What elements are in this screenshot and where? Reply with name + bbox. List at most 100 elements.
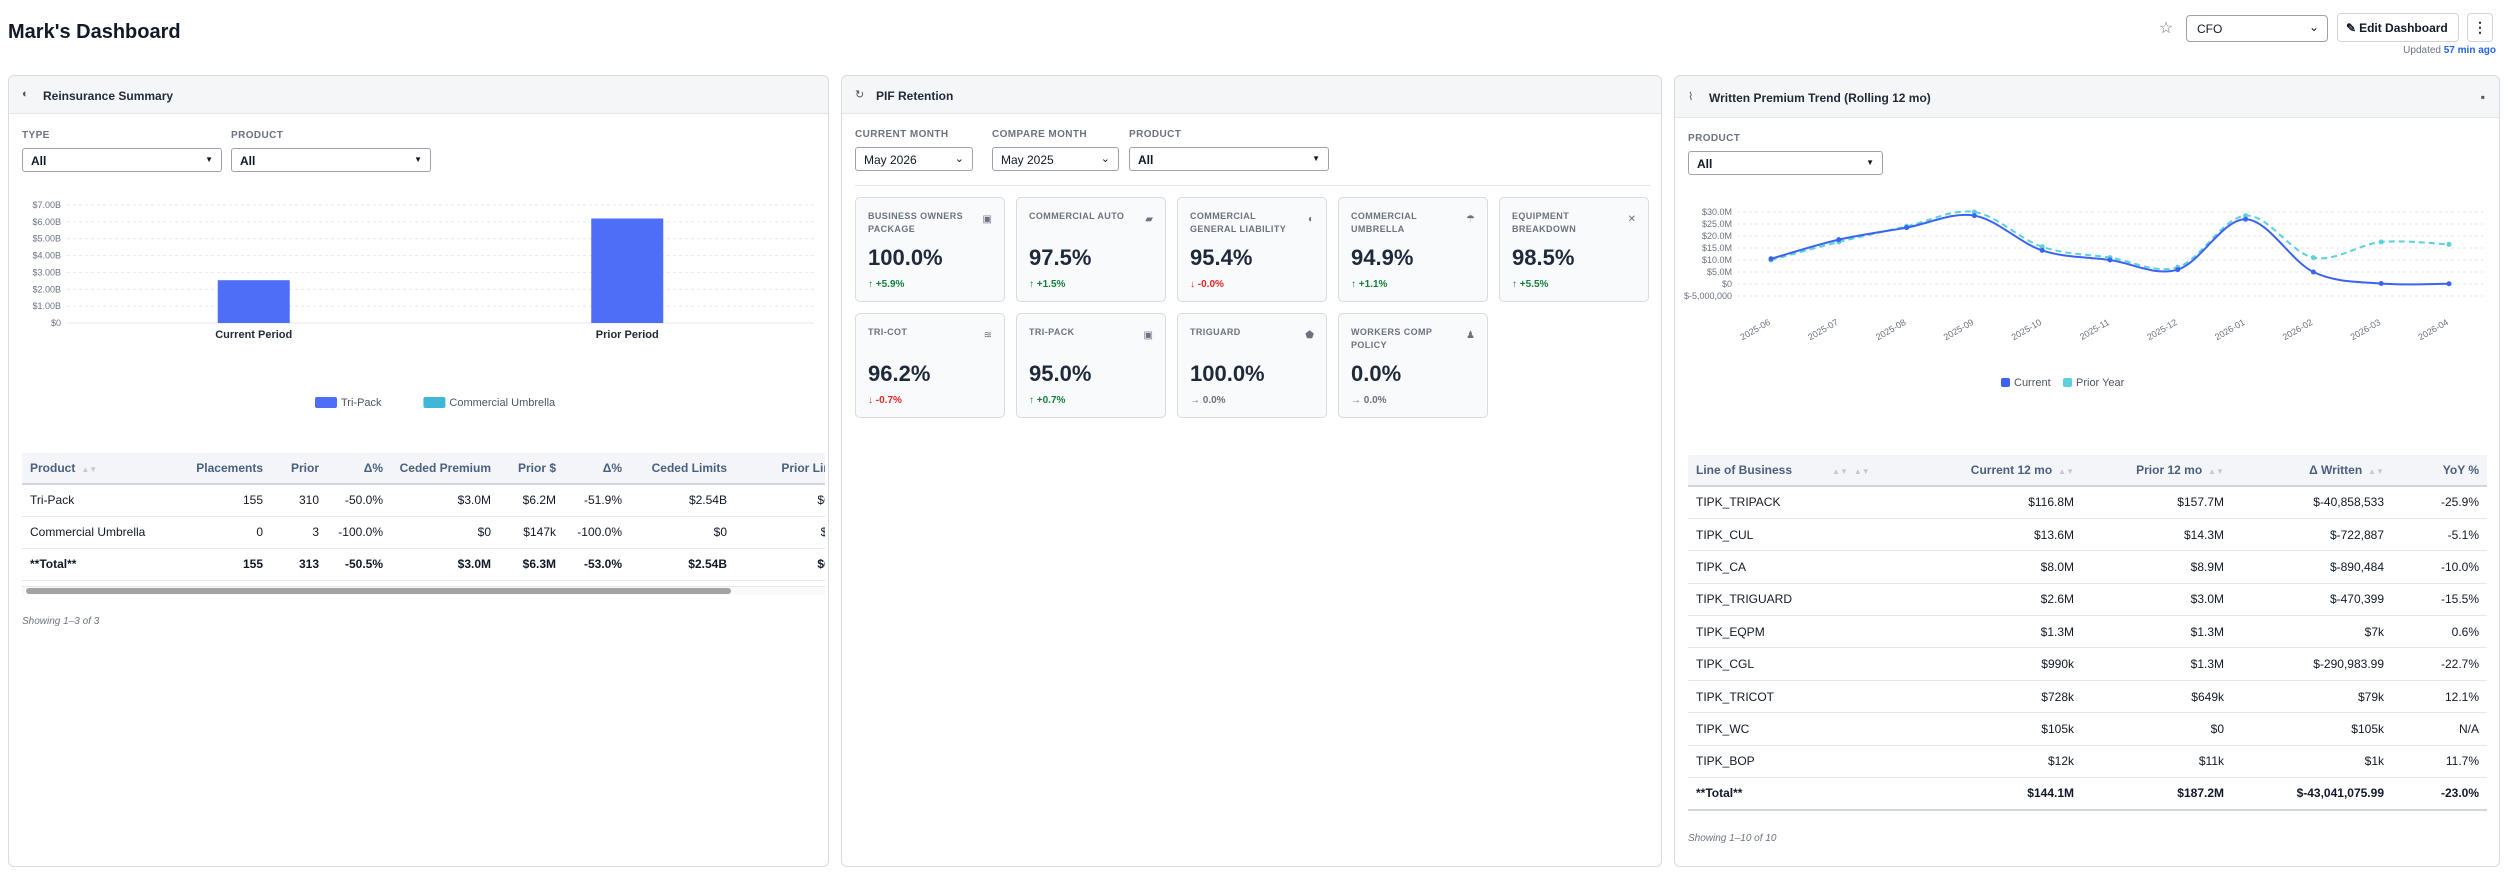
legend-label: Tri-Pack xyxy=(341,397,382,409)
dashboard-header: Mark's Dashboard ☆ CFO ⌄ ✎ Edit Dashboard… xyxy=(0,0,2508,70)
col-header-line-of-business[interactable]: Line of Business ▲▼ ▲▼ xyxy=(1688,455,1906,487)
col-header-ceded-premium[interactable]: Ceded Premium xyxy=(391,453,499,485)
kpi-name: BUSINESS OWNERS PACKAGE xyxy=(868,211,964,234)
col-header-placements[interactable]: Placements xyxy=(177,453,271,485)
legend-swatch xyxy=(2063,378,2072,387)
cell: TIPK_EQPM xyxy=(1688,615,1906,649)
series-line xyxy=(1770,213,2450,286)
kpi-value: 100.0% xyxy=(868,245,943,270)
cell: -25.9% xyxy=(2392,486,2487,519)
written-premium-panel: ⌇ Written Premium Trend (Rolling 12 mo) … xyxy=(1674,75,2500,867)
pif-retention-panel: ↻ PIF Retention CURRENT MONTH May 2026 ⌄… xyxy=(841,75,1662,867)
kpi-name: COMMERCIAL UMBRELLA xyxy=(1351,211,1417,234)
sort-icon: ▲▼ xyxy=(2208,467,2224,476)
edit-dashboard-button[interactable]: ✎ Edit Dashboard xyxy=(2337,13,2459,42)
type-filter-select[interactable]: All ▼ xyxy=(22,148,222,172)
page-title: Mark's Dashboard xyxy=(8,21,181,43)
cell: TIPK_CA xyxy=(1688,550,1906,584)
more-options-icon[interactable]: ⋮ xyxy=(2467,13,2493,42)
horizontal-scrollbar[interactable] xyxy=(22,586,825,595)
kpi-change: ↑ +1.5% xyxy=(1029,279,1066,290)
y-tick-label: $20.0M xyxy=(1702,231,1732,241)
shield-icon: ◐ xyxy=(22,88,29,100)
y-tick-label: $10.0M xyxy=(1702,255,1732,265)
written-premium-line-chart: $-5,000,000 $0 $5.0M $10.0M $15.0M $20.0M $25.… xyxy=(1684,207,2483,389)
cell: $0 xyxy=(630,516,735,549)
col-header-delta[interactable]: Δ% xyxy=(327,453,391,485)
col-header-prior-limits[interactable]: Prior Lim xyxy=(735,453,825,485)
current-month-select[interactable]: May 2026 ⌄ xyxy=(855,147,973,171)
cell: 155 xyxy=(177,548,271,581)
kpi-card[interactable]: BUSINESS OWNERS PACKAGE ▣ 100.0% ↑ +5.9% xyxy=(855,197,1005,302)
star-icon[interactable]: ☆ xyxy=(2155,18,2177,40)
cell: 12.1% xyxy=(2392,680,2487,714)
col-header-current[interactable]: Current 12 mo ▲▼ xyxy=(1906,455,2082,487)
cell: $79k xyxy=(2232,680,2392,714)
edit-dashboard-label: Edit Dashboard xyxy=(2359,21,2448,35)
product-filter-select[interactable]: All ▼ xyxy=(231,148,431,172)
cell: $105k xyxy=(2232,712,2392,746)
cell: $3.0M xyxy=(391,484,499,517)
cell: $-290,983.99 xyxy=(2232,647,2392,681)
cell: 155 xyxy=(177,484,271,517)
cell: $6. xyxy=(735,548,825,581)
cell: Tri-Pack xyxy=(22,484,177,517)
col-header-product[interactable]: Product ▲▼ xyxy=(22,453,177,485)
kpi-change: ↑ +5.5% xyxy=(1512,279,1549,290)
y-tick-label: $0 xyxy=(1722,279,1732,289)
cell: -15.5% xyxy=(2392,583,2487,617)
kpi-card[interactable]: COMMERCIAL UMBRELLA ☂ 94.9% ↑ +1.1% xyxy=(1338,197,1488,302)
legend-swatch xyxy=(315,397,337,408)
col-header-prior[interactable]: Prior 12 mo ▲▼ xyxy=(2082,455,2232,487)
kpi-value: 94.9% xyxy=(1351,245,1414,270)
y-tick-label: $-5,000,000 xyxy=(1684,291,1732,301)
x-tick-label: 2026-04 xyxy=(2416,317,2450,342)
reinsurance-table-wrapper: Product ▲▼ Placements Prior Δ% Ceded Prem… xyxy=(22,453,825,585)
table-row: Tri-Pack 155 310 -50.0% $3.0M $6.2M -51.… xyxy=(22,484,825,517)
comments-icon[interactable]: ▪ xyxy=(2481,90,2485,104)
cell: $13.6M xyxy=(1906,518,2082,552)
kpi-card[interactable]: COMMERCIAL GENERAL LIABILITY ◐ 95.4% ↓ -… xyxy=(1177,197,1327,302)
kpi-card[interactable]: COMMERCIAL AUTO ▰ 97.5% ↑ +1.5% xyxy=(1016,197,1166,302)
kpi-card[interactable]: TRI-COT ≋ 96.2% ↓ -0.7% xyxy=(855,313,1005,418)
col-header-prior[interactable]: Prior xyxy=(271,453,327,485)
cell: -100.0% xyxy=(327,516,391,549)
y-tick-label: $3.00B xyxy=(32,267,61,277)
chevron-down-icon: ⌄ xyxy=(1100,153,1110,165)
cell: $-40,858,533 xyxy=(2232,486,2392,519)
kpi-card[interactable]: WORKERS COMP POLICY ♟ 0.0% → 0.0% xyxy=(1338,313,1488,418)
panel-title: Reinsurance Summary xyxy=(43,89,174,103)
kpi-name: COMMERCIAL GENERAL LIABILITY xyxy=(1190,211,1287,234)
col-header-yoy[interactable]: YoY % xyxy=(2392,455,2487,487)
col-header-prior-dollars[interactable]: Prior $ xyxy=(499,453,564,485)
data-point xyxy=(2446,281,2452,287)
written-showing-count: Showing 1–10 of 10 xyxy=(1688,833,1777,844)
product-filter-select[interactable]: All ▼ xyxy=(1688,151,1883,175)
col-header-delta-2[interactable]: Δ% xyxy=(564,453,630,485)
col-header-delta-written[interactable]: Δ Written ▲▼ xyxy=(2232,455,2392,487)
role-select[interactable]: CFO ⌄ xyxy=(2186,15,2328,42)
y-tick-label: $30.0M xyxy=(1702,207,1732,217)
table-row: Commercial Umbrella 0 3 -100.0% $0 $147k… xyxy=(22,516,825,549)
cell: $4 xyxy=(735,516,825,549)
compare-month-select[interactable]: May 2025 ⌄ xyxy=(992,147,1119,171)
kpi-card[interactable]: TRIGUARD ⬟ 100.0% → 0.0% xyxy=(1177,313,1327,418)
product-filter-select[interactable]: All ▼ xyxy=(1129,147,1329,171)
shield-icon: ◐ xyxy=(1307,214,1314,225)
product-filter-value: All xyxy=(1138,153,1154,167)
scrollbar-thumb[interactable] xyxy=(26,588,731,594)
reinsurance-showing-count: Showing 1–3 of 3 xyxy=(22,616,100,627)
chevron-down-icon: ⌄ xyxy=(2308,20,2319,34)
kpi-card[interactable]: EQUIPMENT BREAKDOWN ✕ 98.5% ↑ +5.5% xyxy=(1499,197,1649,302)
x-tick-label: 2026-03 xyxy=(2349,317,2383,342)
cell: $8.9M xyxy=(2082,550,2232,584)
x-tick-label: 2025-07 xyxy=(1806,317,1840,342)
cell: $3.0M xyxy=(391,548,499,581)
kpi-value: 95.0% xyxy=(1029,361,1092,386)
cell: TIPK_TRIGUARD xyxy=(1688,583,1906,617)
truck-icon: ▰ xyxy=(1145,214,1153,225)
x-tick-label: 2025-09 xyxy=(1942,317,1976,342)
col-header-ceded-limits[interactable]: Ceded Limits xyxy=(630,453,735,485)
table-row: TIPK_TRICOT $728k $649k $79k 12.1% xyxy=(1688,680,2487,714)
kpi-card[interactable]: TRI-PACK ▣ 95.0% ↑ +0.7% xyxy=(1016,313,1166,418)
